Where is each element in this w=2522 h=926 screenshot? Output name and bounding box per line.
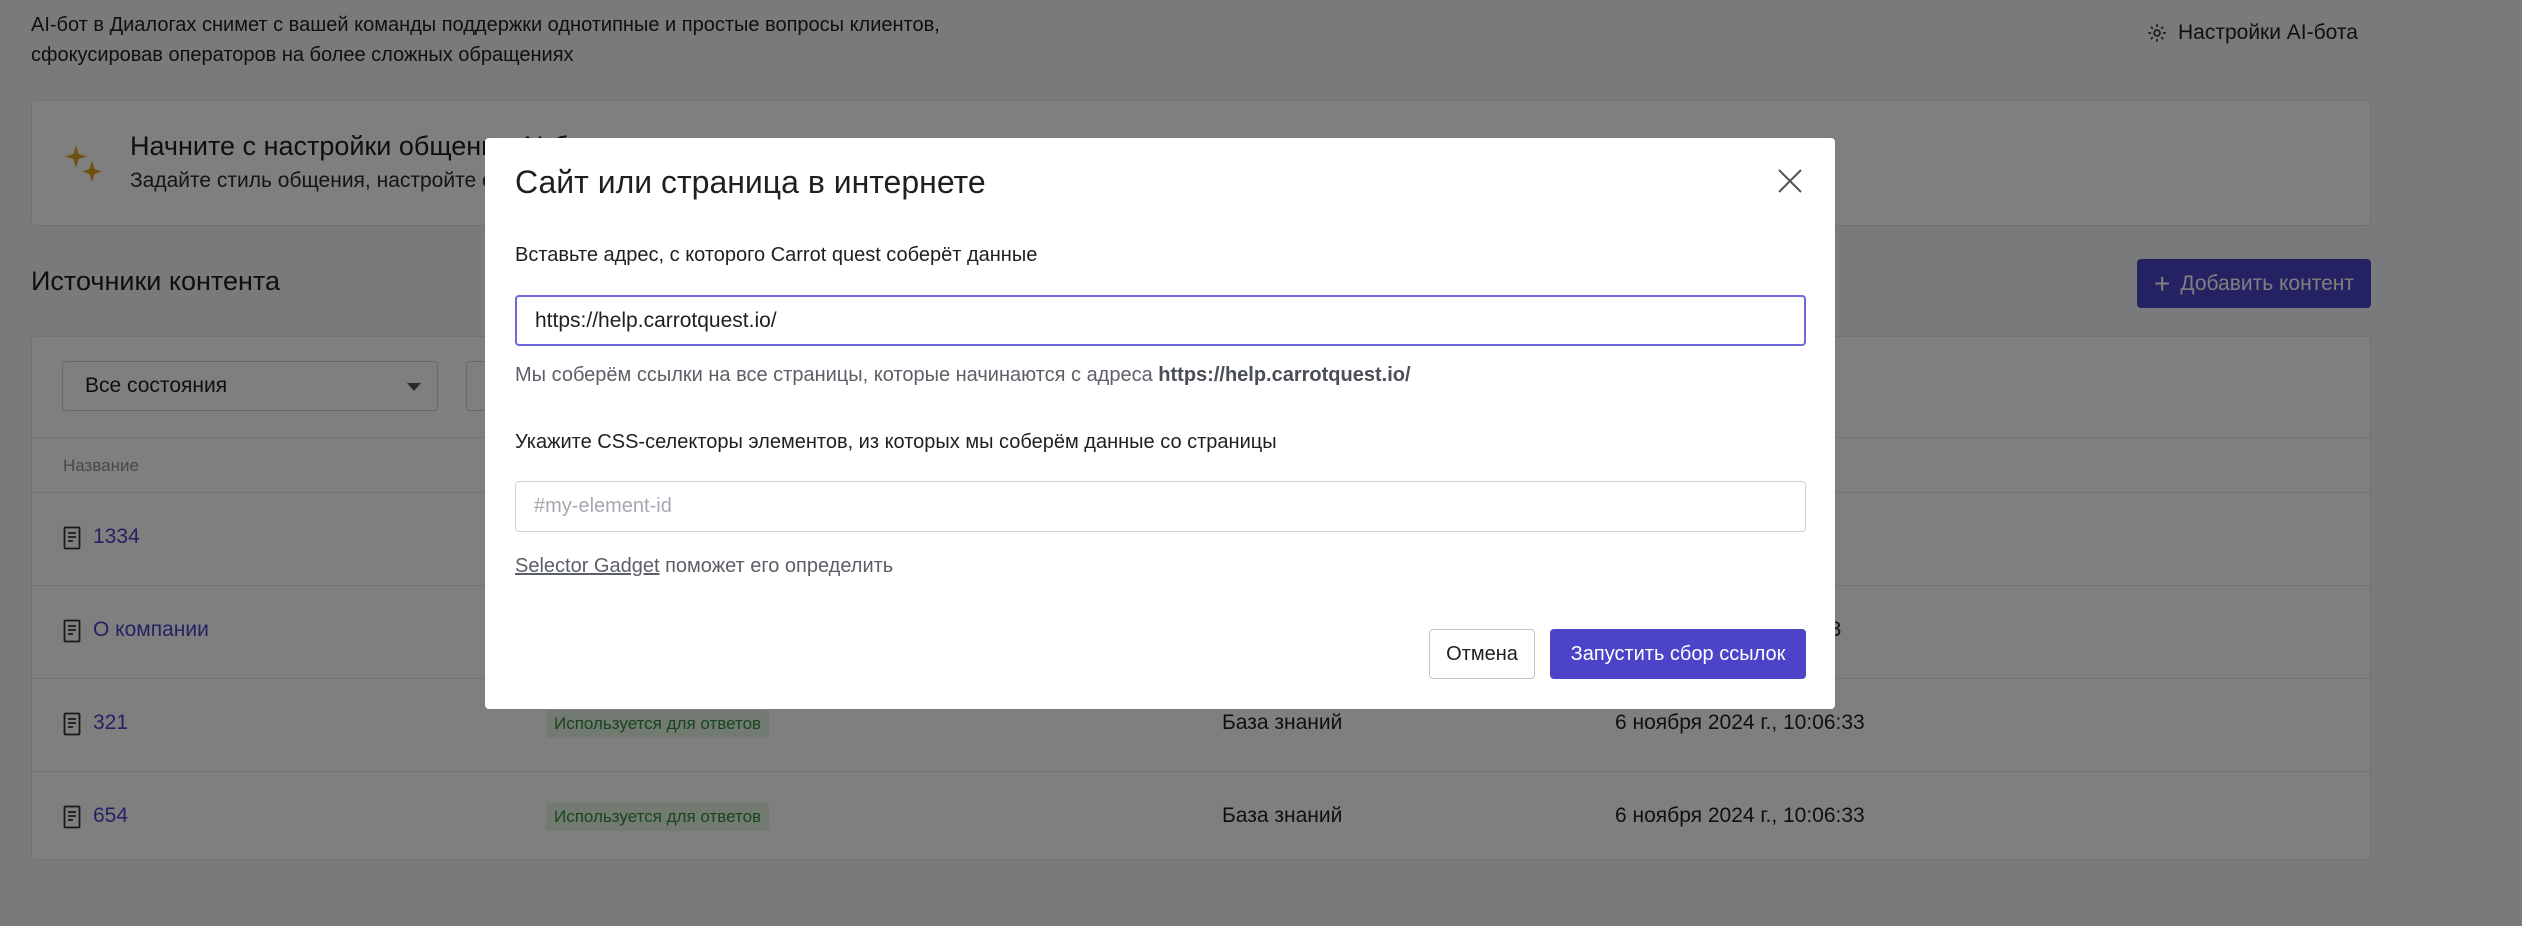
selector-gadget-link[interactable]: Selector Gadget [515,555,660,577]
website-source-modal: Сайт или страница в интернете Вставьте а… [485,138,1835,709]
url-hint: Мы соберём ссылки на все страницы, котор… [515,364,1411,387]
start-link-collection-button[interactable]: Запустить сбор ссылок [1550,629,1806,679]
cancel-button[interactable]: Отмена [1429,629,1535,679]
modal-title: Сайт или страница в интернете [515,164,986,200]
selector-gadget-suffix: поможет его определить [665,555,894,577]
url-hint-value: https://help.carrotquest.io/ [1158,364,1411,386]
url-field-label: Вставьте адрес, с которого Carrot quest … [515,244,1038,266]
css-selector-label: Укажите CSS-селекторы элементов, из кото… [515,431,1277,453]
url-input[interactable] [515,295,1806,346]
css-selector-input[interactable] [515,481,1806,532]
close-button[interactable] [1775,167,1805,197]
url-hint-prefix: Мы соберём ссылки на все страницы, котор… [515,364,1153,386]
selector-gadget-hint: Selector Gadget поможет его определить [515,555,893,578]
close-icon [1778,168,1802,193]
